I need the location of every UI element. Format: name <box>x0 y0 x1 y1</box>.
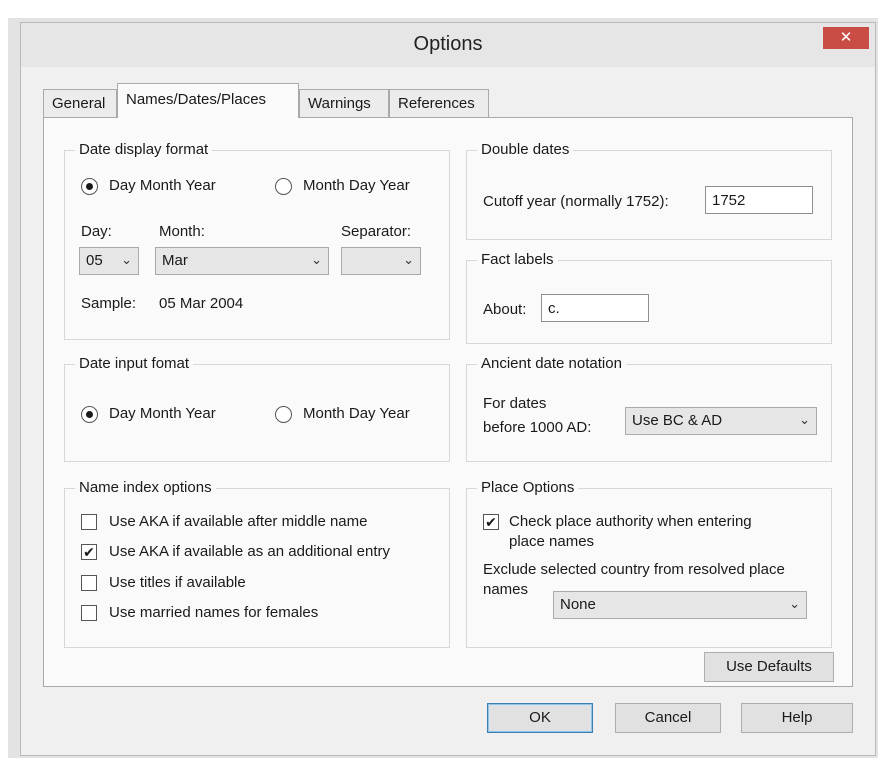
place-authority-label-line2: place names <box>509 533 595 550</box>
aka-additional-entry-checkbox[interactable]: ✔ <box>81 544 97 560</box>
aka-additional-entry-label: Use AKA if available as an additional en… <box>109 543 391 560</box>
title-bar[interactable]: Options ✕ <box>21 23 875 67</box>
cutoff-year-input[interactable]: 1752 <box>705 186 813 214</box>
name-index-title: Name index options <box>75 479 216 496</box>
married-names-checkbox[interactable] <box>81 605 97 621</box>
chevron-down-icon: ⌄ <box>789 596 800 611</box>
close-button[interactable]: ✕ <box>823 27 869 49</box>
sample-value: 05 Mar 2004 <box>159 295 244 312</box>
exclude-country-label-line1: Exclude selected country from resolved p… <box>483 561 785 578</box>
ancient-date-title: Ancient date notation <box>477 355 626 372</box>
about-label: About: <box>483 301 527 318</box>
double-dates-title: Double dates <box>477 141 574 158</box>
dialog-title: Options <box>413 33 483 55</box>
aka-after-middle-label: Use AKA if available after middle name <box>109 513 368 530</box>
day-select[interactable]: 05 ⌄ <box>79 247 139 275</box>
chevron-down-icon: ⌄ <box>799 412 810 427</box>
use-defaults-button[interactable]: Use Defaults <box>704 652 834 682</box>
ancient-date-group: Ancient date notation For dates before 1… <box>466 355 832 462</box>
ancient-label-line2: before 1000 AD: <box>483 419 592 436</box>
double-dates-group: Double dates Cutoff year (normally 1752)… <box>466 141 832 240</box>
month-select-value: Mar <box>162 252 188 269</box>
chevron-down-icon: ⌄ <box>311 252 322 267</box>
tab-names-dates-places[interactable]: Names/Dates/Places <box>117 83 299 118</box>
ancient-notation-select[interactable]: Use BC & AD ⌄ <box>625 407 817 435</box>
ancient-label-line1: For dates <box>483 395 547 412</box>
day-label: Day: <box>81 223 112 240</box>
chevron-down-icon: ⌄ <box>121 252 132 267</box>
date-input-title: Date input fomat <box>75 355 194 372</box>
use-titles-checkbox[interactable] <box>81 575 97 591</box>
ok-button[interactable]: OK <box>487 703 593 733</box>
separator-label: Separator: <box>341 223 412 240</box>
place-authority-checkbox[interactable]: ✔ <box>483 514 499 530</box>
about-value: c. <box>548 300 560 317</box>
fact-labels-group: Fact labels About: c. <box>466 251 832 344</box>
tab-general[interactable]: General <box>43 89 117 117</box>
input-day-month-year-radio[interactable] <box>81 406 98 423</box>
ancient-notation-value: Use BC & AD <box>632 412 723 429</box>
exclude-country-label-line2: names <box>483 581 529 598</box>
place-authority-label-line1: Check place authority when entering <box>509 513 752 530</box>
display-day-month-year-radio[interactable] <box>81 178 98 195</box>
use-titles-label: Use titles if available <box>109 574 246 591</box>
tab-panel: Date display format Day Month Year Month… <box>43 117 853 687</box>
input-month-day-year-radio[interactable] <box>275 406 292 423</box>
about-input[interactable]: c. <box>541 294 649 322</box>
cutoff-year-value: 1752 <box>712 192 746 209</box>
fact-labels-title: Fact labels <box>477 251 558 268</box>
input-month-day-year-label: Month Day Year <box>303 405 410 422</box>
date-input-group: Date input fomat Day Month Year Month Da… <box>64 355 450 462</box>
display-month-day-year-label: Month Day Year <box>303 177 410 194</box>
exclude-country-value: None <box>560 596 596 613</box>
sample-label: Sample: <box>81 295 137 312</box>
display-month-day-year-radio[interactable] <box>275 178 292 195</box>
checkmark-icon: ✔ <box>83 544 95 560</box>
month-label: Month: <box>159 223 205 240</box>
cancel-button[interactable]: Cancel <box>615 703 721 733</box>
close-icon: ✕ <box>839 29 853 46</box>
exclude-country-select[interactable]: None ⌄ <box>553 591 807 619</box>
married-names-label: Use married names for females <box>109 604 319 621</box>
tab-warnings[interactable]: Warnings <box>299 89 389 117</box>
place-options-title: Place Options <box>477 479 579 496</box>
input-day-month-year-label: Day Month Year <box>109 405 216 422</box>
month-select[interactable]: Mar ⌄ <box>155 247 329 275</box>
separator-select[interactable]: ⌄ <box>341 247 421 275</box>
day-select-value: 05 <box>86 252 103 269</box>
options-dialog: Options ✕ General Names/Dates/Places War… <box>20 22 876 756</box>
date-display-group: Date display format Day Month Year Month… <box>64 141 450 340</box>
name-index-group: Name index options Use AKA if available … <box>64 479 450 648</box>
chevron-down-icon: ⌄ <box>403 252 414 267</box>
cutoff-year-label: Cutoff year (normally 1752): <box>483 193 669 210</box>
checkmark-icon: ✔ <box>485 514 497 530</box>
display-day-month-year-label: Day Month Year <box>109 177 216 194</box>
tab-references[interactable]: References <box>389 89 489 117</box>
help-button[interactable]: Help <box>741 703 853 733</box>
date-display-title: Date display format <box>75 141 213 158</box>
place-options-group: Place Options ✔ Check place authority wh… <box>466 479 832 648</box>
aka-after-middle-checkbox[interactable] <box>81 514 97 530</box>
